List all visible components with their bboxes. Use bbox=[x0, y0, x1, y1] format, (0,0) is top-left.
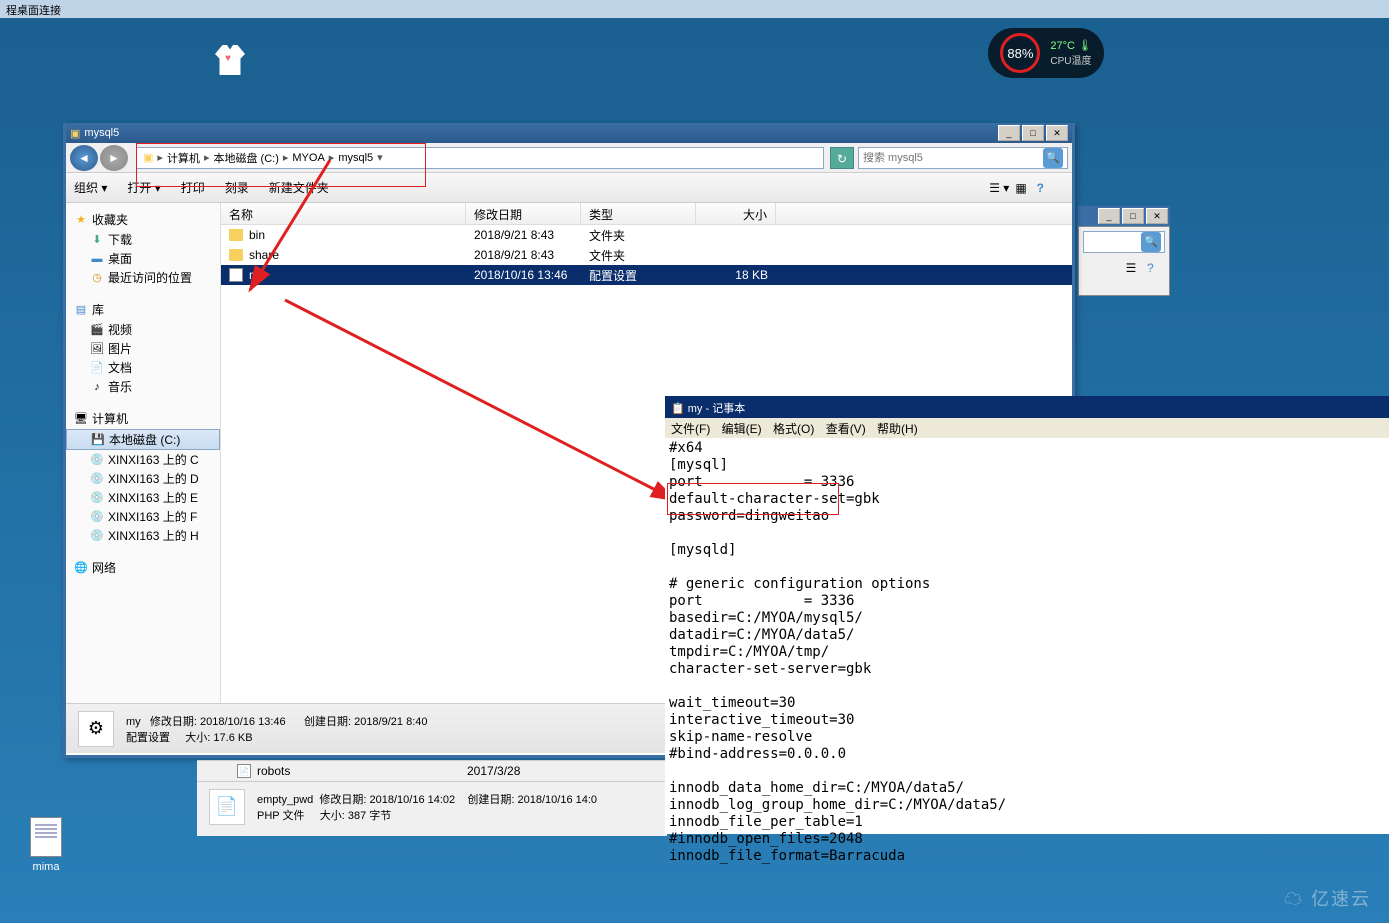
bg-view-icon[interactable]: ☰ bbox=[1126, 261, 1144, 279]
col-date[interactable]: 修改日期 bbox=[466, 203, 581, 224]
gauge-temp: 27°C 🌡 bbox=[1050, 39, 1092, 52]
status-file-icon: ⚙ bbox=[78, 711, 114, 747]
sidebar-net-e[interactable]: 💿XINXI163 上的 E bbox=[66, 488, 220, 507]
maximize-button[interactable]: □ bbox=[1022, 125, 1044, 141]
col-name[interactable]: 名称 bbox=[221, 203, 466, 224]
notepad-content[interactable]: #x64 [mysql] port = 3336 default-charact… bbox=[665, 438, 1389, 867]
sidebar-net-d[interactable]: 💿XINXI163 上的 D bbox=[66, 469, 220, 488]
file-row-my[interactable]: ⚙my 2018/10/16 13:46 配置设置 18 KB bbox=[221, 265, 1072, 285]
sidebar-videos[interactable]: 🎬视频 bbox=[66, 320, 220, 339]
status-type: 配置设置 bbox=[126, 732, 170, 744]
status-name: my bbox=[126, 716, 141, 728]
file-row-bin[interactable]: bin 2018/9/21 8:43 文件夹 bbox=[221, 225, 1072, 245]
folder-icon bbox=[229, 249, 243, 261]
gauge-percent: 88% bbox=[1000, 33, 1040, 73]
view-options-button[interactable]: ☰ ▾ bbox=[989, 181, 1009, 195]
search-icon[interactable]: 🔍 bbox=[1043, 148, 1063, 168]
file-row-share[interactable]: share 2018/9/21 8:43 文件夹 bbox=[221, 245, 1072, 265]
close-button[interactable]: ✕ bbox=[1046, 125, 1068, 141]
back-button[interactable]: ◄ bbox=[70, 145, 98, 171]
bg-help-icon[interactable]: ? bbox=[1147, 261, 1165, 279]
folder-icon: ▣ bbox=[143, 151, 153, 164]
menu-file[interactable]: 文件(F) bbox=[671, 422, 710, 436]
desktop-file-mima[interactable]: mima bbox=[30, 817, 62, 873]
folder-icon: ▣ bbox=[70, 127, 80, 140]
shirt-gadget-icon[interactable] bbox=[215, 45, 245, 75]
lower-explorer-window: 📄 robots 2017/3/28 📄 empty_pwd 修改日期: 201… bbox=[197, 760, 667, 836]
bc-mysql5[interactable]: mysql5 bbox=[338, 152, 373, 164]
bg-maximize-button[interactable]: □ bbox=[1122, 208, 1144, 224]
sidebar-pictures[interactable]: 🖼图片 bbox=[66, 339, 220, 358]
explorer-titlebar[interactable]: ▣ mysql5 _ □ ✕ bbox=[66, 123, 1072, 143]
notepad-menubar: 文件(F) 编辑(E) 格式(O) 查看(V) 帮助(H) bbox=[665, 418, 1389, 438]
preview-pane-button[interactable]: ▦ bbox=[1015, 181, 1026, 195]
forward-button[interactable]: ► bbox=[100, 145, 128, 171]
bc-computer[interactable]: 计算机 bbox=[167, 150, 200, 166]
file-row-robots[interactable]: 📄 robots 2017/3/28 bbox=[197, 761, 667, 781]
folder-icon bbox=[229, 229, 243, 241]
sidebar-downloads[interactable]: ⬇下载 bbox=[66, 230, 220, 249]
new-folder-button[interactable]: 新建文件夹 bbox=[269, 179, 329, 196]
sidebar-libraries-header[interactable]: ▤库 bbox=[66, 299, 220, 320]
text-file-icon bbox=[30, 817, 62, 857]
sidebar-net-c[interactable]: 💿XINXI163 上的 C bbox=[66, 450, 220, 469]
desktop-file-label: mima bbox=[33, 861, 60, 873]
watermark: ☁ 亿速云 bbox=[1284, 885, 1371, 911]
bc-drive[interactable]: 本地磁盘 (C:) bbox=[213, 150, 278, 166]
bg-minimize-button[interactable]: _ bbox=[1098, 208, 1120, 224]
menu-edit[interactable]: 编辑(E) bbox=[722, 422, 762, 436]
sidebar-network-header[interactable]: 🌐网络 bbox=[66, 557, 220, 578]
organize-button[interactable]: 组织 ▾ bbox=[74, 179, 107, 196]
sidebar-computer-header[interactable]: 🖥计算机 bbox=[66, 408, 220, 429]
notepad-title: my - 记事本 bbox=[688, 400, 745, 416]
notepad-icon: 📋 bbox=[671, 402, 685, 415]
col-size[interactable]: 大小 bbox=[696, 203, 776, 224]
sidebar-drive-c[interactable]: 💾本地磁盘 (C:) bbox=[66, 429, 220, 450]
breadcrumb[interactable]: ▣ ▸ 计算机▸ 本地磁盘 (C:)▸ MYOA▸ mysql5▾ bbox=[136, 147, 824, 169]
bc-myoa[interactable]: MYOA bbox=[292, 152, 324, 164]
open-button[interactable]: 打开 ▾ bbox=[127, 179, 160, 196]
bg-close-button[interactable]: ✕ bbox=[1146, 208, 1168, 224]
config-file-icon: ⚙ bbox=[229, 268, 243, 282]
window-title: mysql5 bbox=[84, 127, 119, 139]
cpu-gauge-widget[interactable]: 88% 27°C 🌡 CPU温度 bbox=[988, 28, 1104, 78]
sidebar-recent[interactable]: ◷最近访问的位置 bbox=[66, 268, 220, 287]
sidebar: ★收藏夹 ⬇下载 ▬桌面 ◷最近访问的位置 ▤库 🎬视频 🖼图片 📄文档 ♪音乐… bbox=[66, 203, 221, 703]
sidebar-favorites-header[interactable]: ★收藏夹 bbox=[66, 209, 220, 230]
help-button[interactable]: ? bbox=[1037, 181, 1044, 195]
burn-button[interactable]: 刻录 bbox=[225, 179, 249, 196]
menu-view[interactable]: 查看(V) bbox=[826, 422, 866, 436]
list-header[interactable]: 名称 修改日期 类型 大小 bbox=[221, 203, 1072, 225]
sidebar-desktop[interactable]: ▬桌面 bbox=[66, 249, 220, 268]
navigation-bar: ◄ ► ▣ ▸ 计算机▸ 本地磁盘 (C:)▸ MYOA▸ mysql5▾ ↻ … bbox=[66, 143, 1072, 173]
menu-help[interactable]: 帮助(H) bbox=[877, 422, 918, 436]
php-file-icon: 📄 bbox=[209, 789, 245, 825]
print-button[interactable]: 打印 bbox=[181, 179, 205, 196]
lower-status-bar: 📄 empty_pwd 修改日期: 2018/10/16 14:02 创建日期:… bbox=[197, 781, 667, 831]
bg-search-icon[interactable]: 🔍 bbox=[1141, 232, 1161, 252]
sidebar-documents[interactable]: 📄文档 bbox=[66, 358, 220, 377]
gauge-temp-label: CPU温度 bbox=[1050, 52, 1092, 67]
notepad-titlebar[interactable]: 📋 my - 记事本 bbox=[665, 398, 1389, 418]
sidebar-net-h[interactable]: 💿XINXI163 上的 H bbox=[66, 526, 220, 545]
sidebar-net-f[interactable]: 💿XINXI163 上的 F bbox=[66, 507, 220, 526]
menu-format[interactable]: 格式(O) bbox=[773, 422, 814, 436]
file-icon: 📄 bbox=[237, 764, 251, 778]
sidebar-music[interactable]: ♪音乐 bbox=[66, 377, 220, 396]
notepad-window: 📋 my - 记事本 文件(F) 编辑(E) 格式(O) 查看(V) 帮助(H)… bbox=[665, 396, 1389, 834]
search-box[interactable]: 🔍 bbox=[858, 147, 1068, 169]
search-input[interactable] bbox=[863, 152, 1043, 164]
minimize-button[interactable]: _ bbox=[998, 125, 1020, 141]
explorer-toolbar: 组织 ▾ 打开 ▾ 打印 刻录 新建文件夹 ☰ ▾ ▦ ? bbox=[66, 173, 1072, 203]
refresh-button[interactable]: ↻ bbox=[830, 147, 854, 169]
col-type[interactable]: 类型 bbox=[581, 203, 696, 224]
remote-desktop-titlebar: 程桌面连接 bbox=[0, 0, 1389, 18]
